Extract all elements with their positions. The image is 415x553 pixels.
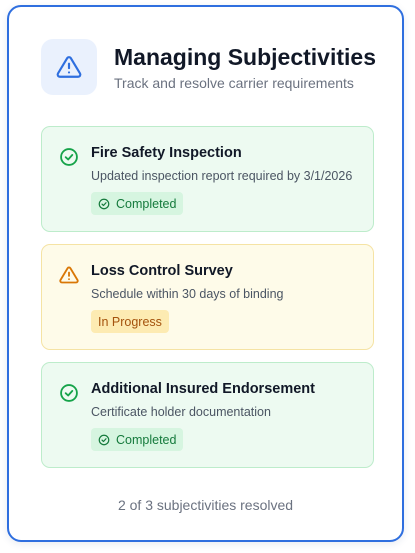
subjectivity-description: Updated inspection report required by 3/… bbox=[91, 169, 353, 183]
card-header: Managing Subjectivities Track and resolv… bbox=[41, 39, 376, 95]
status-badge: Completed bbox=[91, 192, 184, 215]
subjectivity-title: Loss Control Survey bbox=[91, 263, 233, 279]
warning-triangle-icon bbox=[59, 266, 79, 284]
subjectivity-title: Additional Insured Endorsement bbox=[91, 381, 315, 397]
subjectivity-description: Schedule within 30 days of binding bbox=[91, 287, 284, 301]
page-title: Managing Subjectivities bbox=[114, 43, 376, 70]
warning-triangle-icon bbox=[56, 56, 82, 78]
subjectivity-item-fire-safety[interactable]: Fire Safety Inspection Updated inspectio… bbox=[41, 126, 374, 232]
subjectivities-card: Managing Subjectivities Track and resolv… bbox=[7, 5, 404, 542]
subjectivity-title: Fire Safety Inspection bbox=[91, 145, 242, 161]
header-text: Managing Subjectivities Track and resolv… bbox=[114, 43, 376, 92]
header-icon-container bbox=[41, 39, 97, 95]
check-circle-icon bbox=[60, 148, 78, 166]
status-badge: In Progress bbox=[91, 310, 169, 333]
subjectivities-list: Fire Safety Inspection Updated inspectio… bbox=[41, 126, 374, 480]
check-circle-icon bbox=[60, 384, 78, 402]
status-badge: Completed bbox=[91, 428, 184, 451]
subjectivity-item-loss-control[interactable]: Loss Control Survey Schedule within 30 d… bbox=[41, 244, 374, 350]
check-circle-icon bbox=[98, 198, 110, 209]
subjectivity-description: Certificate holder documentation bbox=[91, 405, 271, 419]
check-circle-icon bbox=[98, 434, 110, 445]
resolution-summary: 2 of 3 subjectivities resolved bbox=[117, 497, 294, 513]
status-badge-label: Completed bbox=[116, 432, 177, 447]
subjectivity-item-additional-insured[interactable]: Additional Insured Endorsement Certifica… bbox=[41, 362, 374, 468]
page-subtitle: Track and resolve carrier requirements bbox=[114, 74, 354, 91]
status-badge-label: Completed bbox=[116, 196, 177, 211]
status-badge-label: In Progress bbox=[98, 314, 162, 329]
